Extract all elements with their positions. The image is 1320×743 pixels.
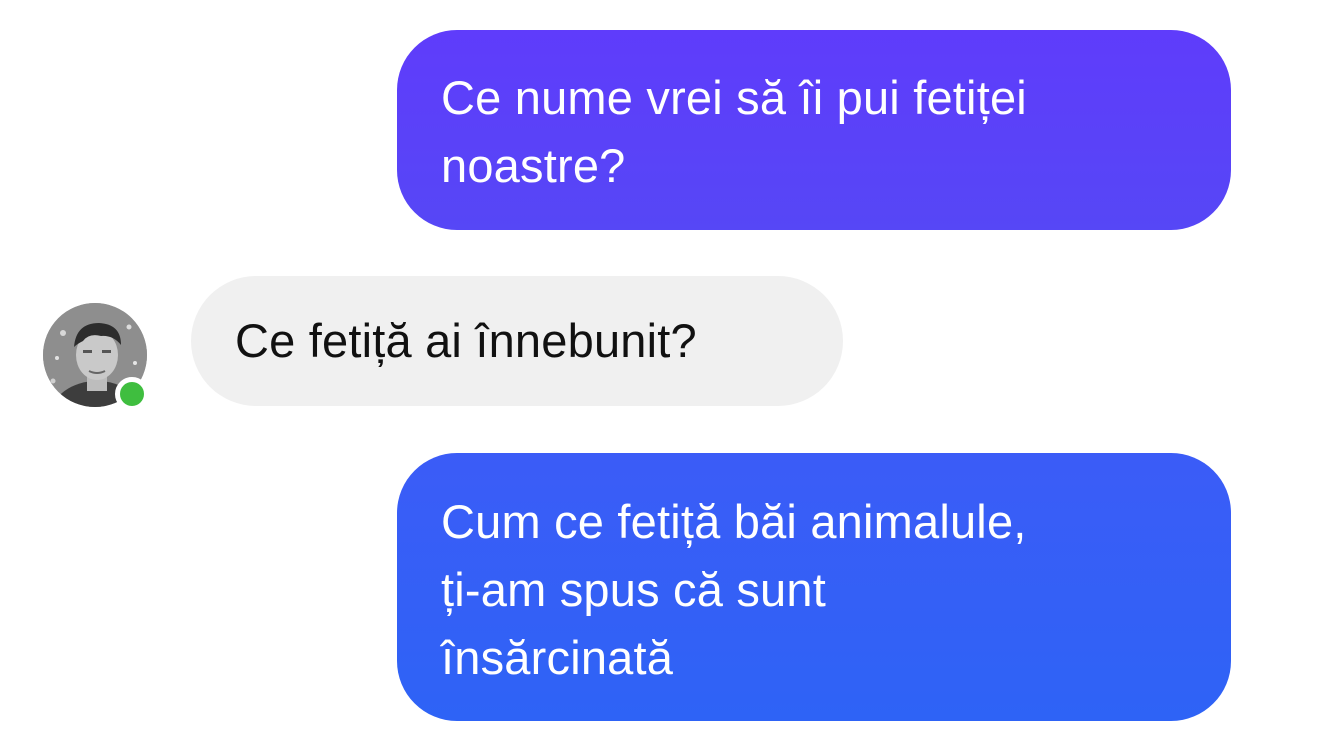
online-status-icon (115, 377, 149, 411)
chat-thread: Ce nume vrei să îi pui fetiței noastre? … (0, 0, 1320, 743)
message-text-line: noastre? (441, 139, 626, 192)
outgoing-message-bubble[interactable]: Cum ce fetiță băi animalule, ți-am spus … (397, 453, 1231, 721)
message-text-line: însărcinată (441, 631, 674, 684)
message-text-line: Ce nume vrei să îi pui fetiței (441, 71, 1027, 124)
message-text-line: Cum ce fetiță băi animalule, (441, 495, 1027, 548)
incoming-message-bubble[interactable]: Ce fetiță ai înnebunit? (191, 276, 843, 406)
outgoing-message-bubble[interactable]: Ce nume vrei să îi pui fetiței noastre? (397, 30, 1231, 230)
message-text-line: ți-am spus că sunt (441, 563, 826, 616)
message-text-line: Ce fetiță ai înnebunit? (235, 314, 697, 367)
